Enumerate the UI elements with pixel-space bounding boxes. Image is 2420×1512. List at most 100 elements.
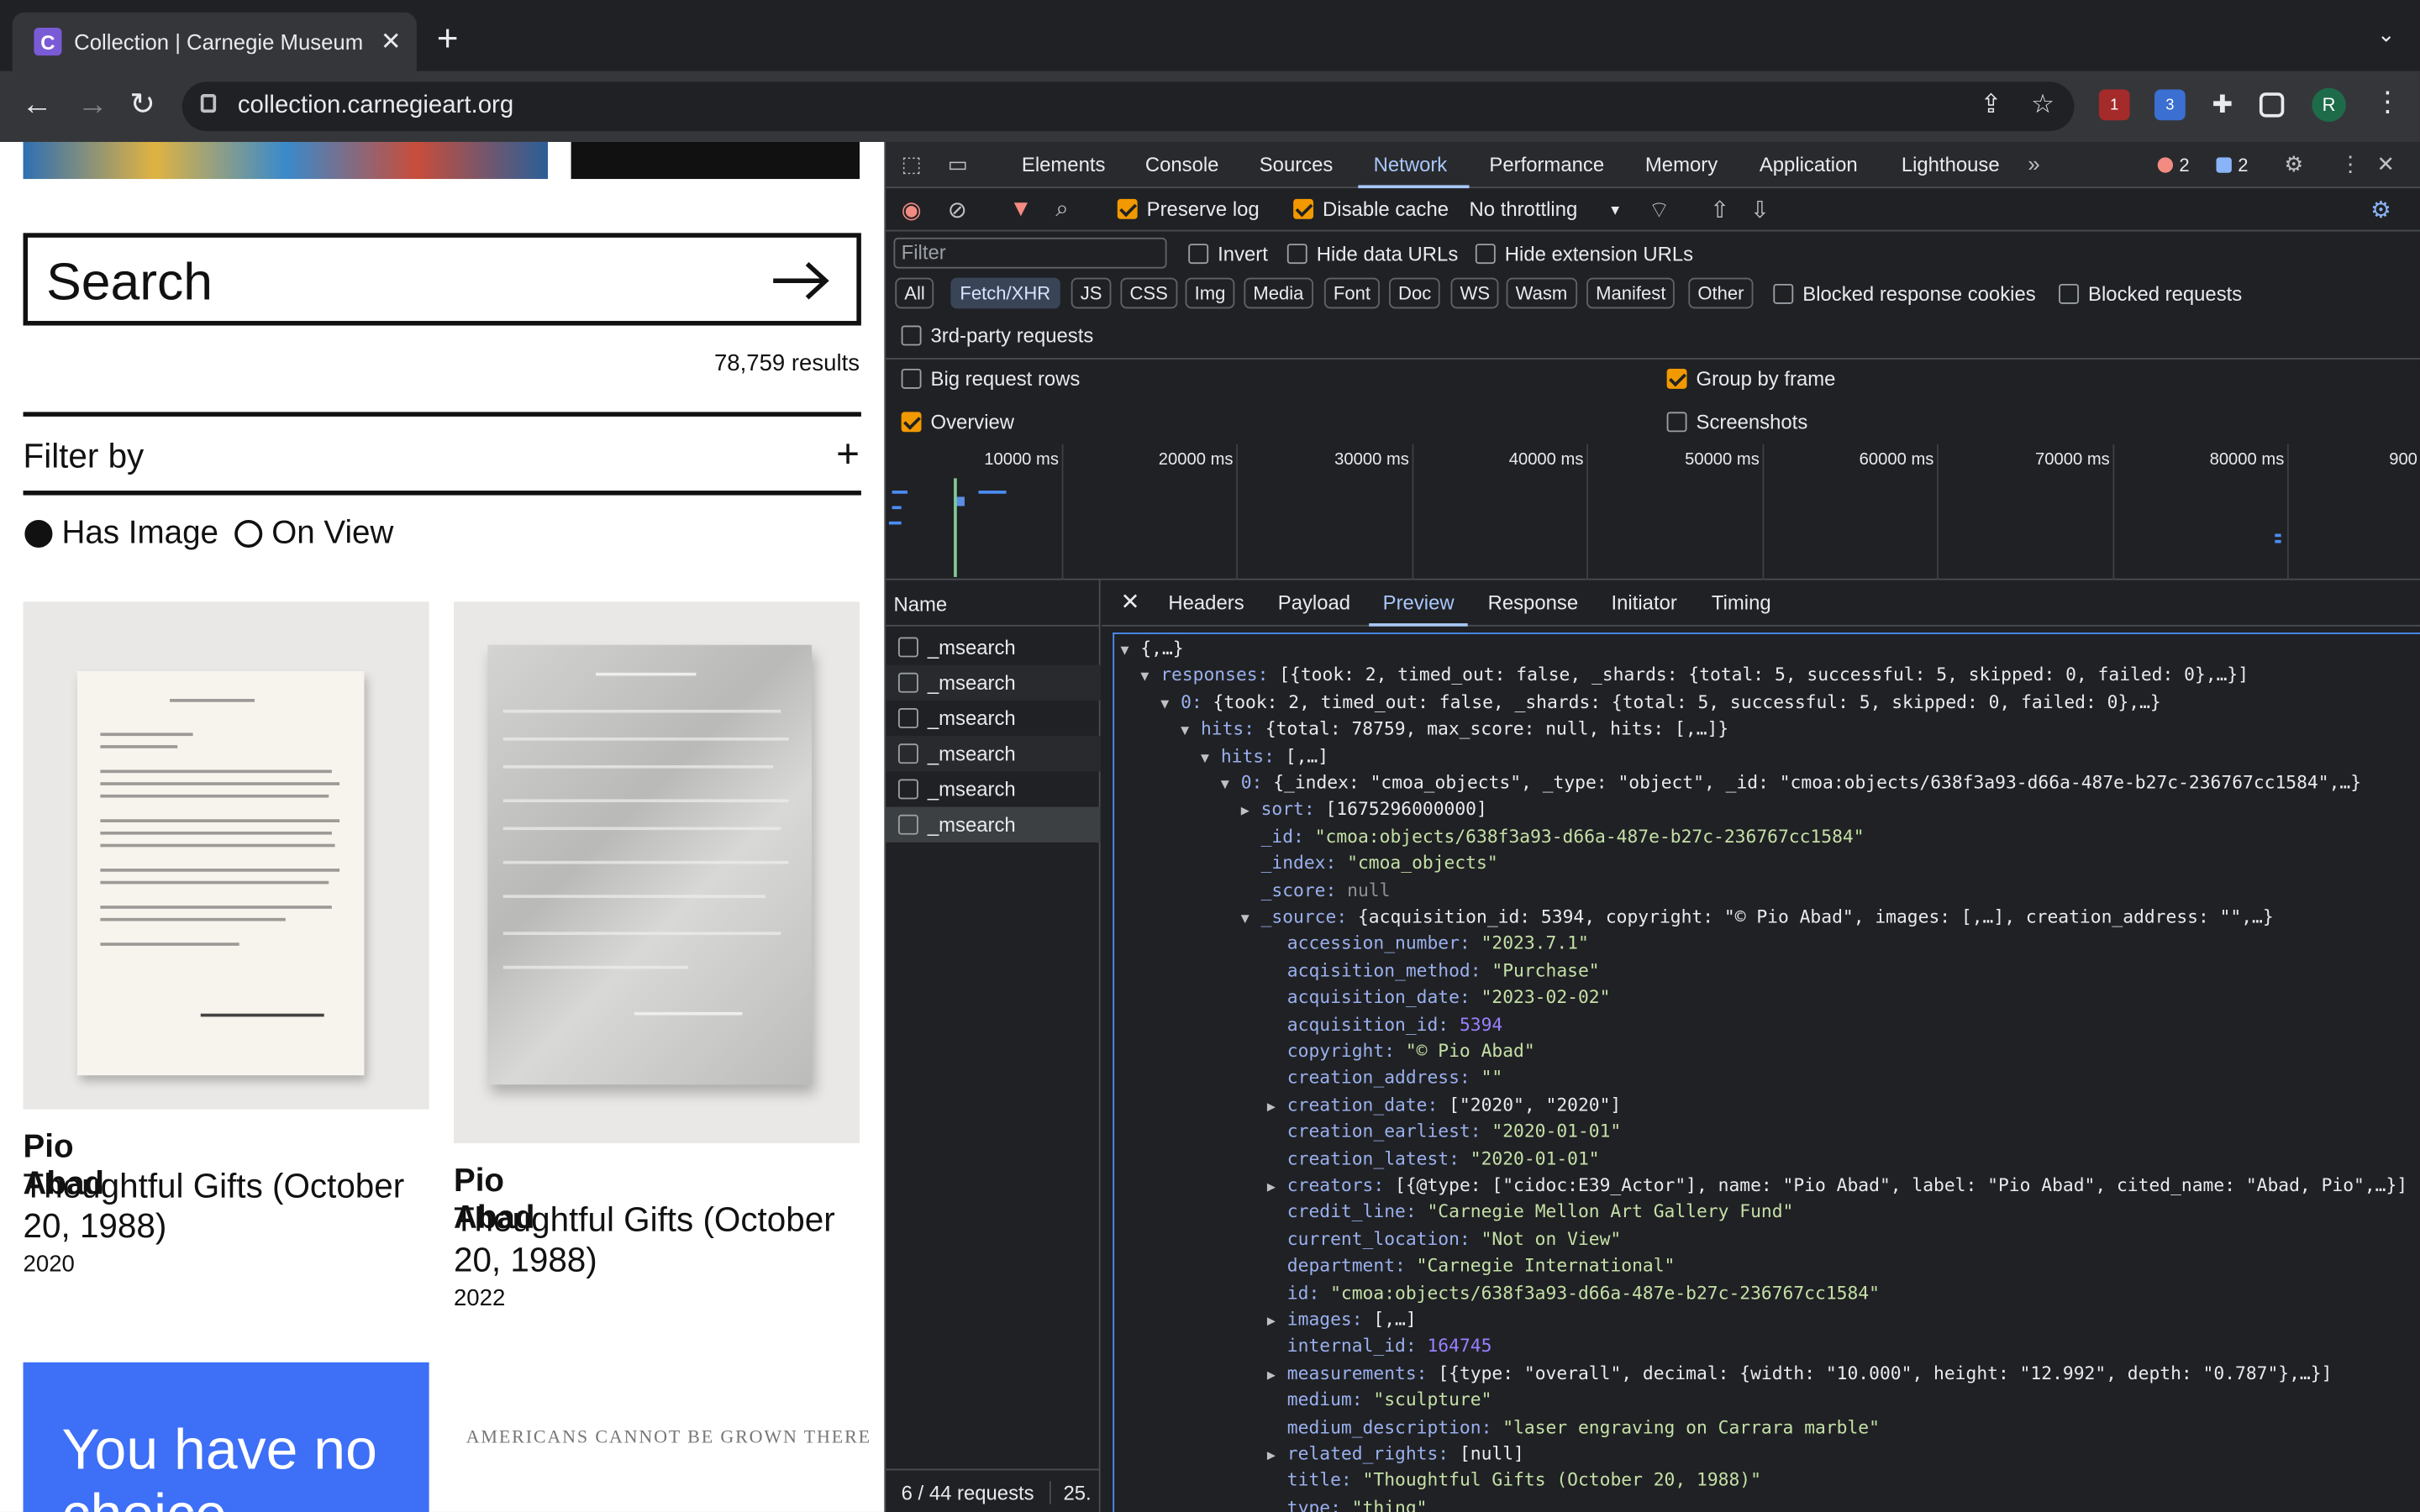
side-panel-icon[interactable] [2259, 92, 2285, 118]
filter-input[interactable]: Filter [893, 237, 1167, 269]
collapse-triangle-icon[interactable]: ▼ [1241, 907, 1261, 933]
collapse-triangle-icon[interactable]: ▼ [1201, 746, 1221, 772]
devtools-menu-icon[interactable]: ⋮ [2339, 151, 2361, 177]
search-arrow-icon[interactable] [771, 260, 832, 302]
artwork-image[interactable] [453, 601, 860, 1143]
request-row[interactable]: _msearch [886, 629, 1100, 664]
json-node-expandable[interactable]: ▶ sort: [1675296000000] [1241, 796, 1487, 826]
json-node-expandable[interactable]: ▼ responses: [{took: 2, timed_out: false,… [1140, 663, 2249, 692]
json-node-expandable[interactable]: ▼ 0: {took: 2, timed_out: false, _shards:… [1160, 690, 2161, 719]
browser-tab[interactable]: C Collection | Carnegie Museum ✕ [12, 12, 417, 71]
expand-triangle-icon[interactable]: ▶ [1267, 1444, 1287, 1470]
type-img[interactable]: Img [1185, 277, 1235, 309]
tab-response[interactable]: Response [1488, 591, 1579, 614]
request-row[interactable]: _msearch [886, 664, 1101, 701]
tab-memory[interactable]: Memory [1645, 153, 1718, 176]
browser-menu-icon[interactable]: ⋮ [2374, 87, 2402, 119]
collapse-triangle-icon[interactable]: ▼ [1160, 692, 1181, 718]
reload-button[interactable]: ↻ [129, 87, 155, 123]
record-stop-icon[interactable]: ◉ [902, 196, 922, 223]
artwork-image[interactable] [23, 601, 429, 1110]
type-other[interactable]: Other [1688, 277, 1754, 309]
tab-timing[interactable]: Timing [1712, 591, 1771, 614]
blocked-response-cookies-checkbox[interactable]: Blocked response cookies [1773, 282, 2036, 306]
type-js[interactable]: JS [1071, 277, 1112, 309]
hide-data-urls-checkbox[interactable]: Hide data URLs [1286, 242, 1458, 265]
json-node-expandable[interactable]: ▼ hits: [,…] [1201, 743, 1328, 773]
new-tab-button[interactable]: + [437, 18, 459, 61]
back-button[interactable]: ← [22, 87, 53, 123]
collapse-triangle-icon[interactable]: ▼ [1221, 773, 1241, 799]
throttling-select[interactable]: No throttling ▼ [1470, 197, 1623, 221]
filter-on-view[interactable]: On View [234, 515, 393, 552]
expand-triangle-icon[interactable]: ▶ [1267, 1310, 1287, 1336]
request-row[interactable]: _msearch [886, 771, 1100, 806]
inspect-element-icon[interactable]: ⬚ [902, 151, 922, 177]
third-party-checkbox[interactable]: 3rd-party requests [901, 324, 1093, 347]
expand-filter-icon[interactable]: + [836, 430, 860, 478]
close-tab-icon[interactable]: ✕ [381, 26, 402, 57]
collapse-triangle-icon[interactable]: ▼ [1140, 665, 1160, 691]
error-badge[interactable]: 2 [2157, 155, 2190, 176]
close-devtools-icon[interactable]: ✕ [2377, 151, 2396, 177]
json-node-expandable[interactable]: ▼ _source: {acquisition_id: 5394, copyrig… [1241, 904, 2274, 933]
type-all[interactable]: All [895, 277, 934, 309]
bookmark-star-icon[interactable]: ☆ [2031, 90, 2054, 121]
name-column-header[interactable]: Name [886, 580, 1101, 627]
type-ws[interactable]: WS [1450, 277, 1500, 309]
extension-icon[interactable]: 3 [2154, 89, 2186, 121]
overview-checkbox[interactable]: Overview [901, 411, 1014, 433]
json-node-expandable[interactable]: ▶ creators: [{@type: ["cidoc:E39_Actor"],… [1267, 1173, 2407, 1202]
artwork-title[interactable]: Thoughtful Gifts (October 20, 1988) [454, 1200, 855, 1281]
json-node-expandable[interactable]: ▼ hits: {total: 78759, max_score: null, h… [1181, 717, 1728, 746]
promo-card[interactable]: You have no choice [23, 1362, 429, 1512]
json-node-expandable[interactable]: ▶ images: [,…] [1267, 1307, 1417, 1336]
expand-triangle-icon[interactable]: ▶ [1267, 1176, 1287, 1202]
filter-has-image[interactable]: Has Image [24, 515, 218, 552]
artwork-title[interactable]: Thoughtful Gifts (October 20, 1988) [24, 1167, 425, 1247]
json-node-expandable[interactable]: ▼ 0: {_index: "cmoa_objects", _type: "obj… [1221, 770, 2361, 800]
json-preview-tree[interactable]: ▼ {,…} ▼ responses: [{took: 2, timed_out: f… [1113, 633, 2420, 1512]
collapse-triangle-icon[interactable]: ▼ [1120, 638, 1140, 664]
tab-initiator[interactable]: Initiator [1612, 591, 1677, 614]
type-fetch-xhr[interactable]: Fetch/XHR [950, 277, 1060, 309]
share-icon[interactable]: ⇪ [1980, 90, 2002, 121]
settings-gear-icon[interactable]: ⚙ [2284, 151, 2303, 177]
quote-text[interactable]: AMERICANS CANNOT BE GROWN THERE [466, 1425, 871, 1449]
import-har-icon[interactable]: ⇧ [1710, 196, 1729, 223]
request-row[interactable]: _msearch [886, 736, 1101, 772]
json-node-expandable[interactable]: ▶ creation_date: ["2020", "2020"] [1267, 1092, 1621, 1121]
expand-triangle-icon[interactable]: ▶ [1241, 800, 1261, 826]
search-input[interactable]: Search [46, 253, 213, 313]
hide-extension-urls-checkbox[interactable]: Hide extension URLs [1475, 242, 1693, 265]
tab-sources[interactable]: Sources [1260, 153, 1334, 176]
screenshots-checkbox[interactable]: Screenshots [1666, 411, 1807, 433]
artwork-thumbnail[interactable] [23, 141, 549, 180]
type-media[interactable]: Media [1244, 277, 1313, 309]
type-wasm[interactable]: Wasm [1506, 277, 1577, 309]
group-by-frame-checkbox[interactable]: Group by frame [1666, 367, 1835, 391]
type-css[interactable]: CSS [1120, 277, 1177, 309]
collapse-triangle-icon[interactable]: ▼ [1181, 719, 1201, 745]
export-har-icon[interactable]: ⇩ [1750, 196, 1770, 223]
tab-payload[interactable]: Payload [1278, 591, 1350, 614]
json-node-expandable[interactable]: ▶ related_rights: [null] [1267, 1441, 1524, 1470]
profile-avatar[interactable]: R [2312, 87, 2346, 123]
tab-preview[interactable]: Preview [1383, 591, 1455, 614]
tab-lighthouse[interactable]: Lighthouse [1902, 153, 2000, 176]
tab-performance[interactable]: Performance [1489, 153, 1604, 176]
forward-button[interactable]: → [77, 87, 108, 123]
search-icon[interactable]: ⌕ [1055, 196, 1068, 222]
tab-network[interactable]: Network [1374, 153, 1448, 176]
artwork-thumbnail[interactable] [571, 141, 860, 180]
message-badge[interactable]: 2 [2216, 155, 2248, 176]
tab-search-chevron-icon[interactable]: ⌄ [2377, 22, 2396, 48]
ublock-extension-icon[interactable]: 1 [2098, 89, 2130, 121]
close-detail-icon[interactable]: ✕ [1120, 588, 1139, 616]
expand-triangle-icon[interactable]: ▶ [1267, 1095, 1287, 1121]
network-overview-timeline[interactable]: 10000 ms 20000 ms 30000 ms 40000 ms 5000… [886, 444, 2420, 580]
extensions-puzzle-icon[interactable]: ✚ [2207, 90, 2238, 121]
filter-funnel-icon[interactable]: ▼ [1009, 196, 1032, 222]
device-toolbar-icon[interactable]: ▭ [948, 151, 968, 177]
disable-cache-checkbox[interactable]: Disable cache [1293, 197, 1449, 221]
